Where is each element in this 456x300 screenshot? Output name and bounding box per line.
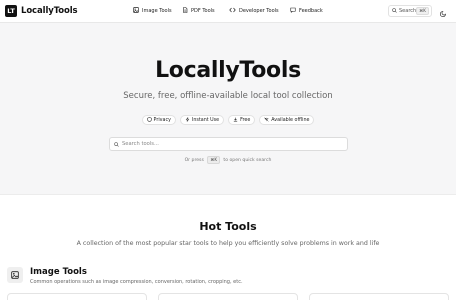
shortcut-badge: ⌘K (416, 7, 429, 15)
logo-link[interactable]: LT LocallyTools (5, 5, 78, 17)
nav-developer-tools[interactable]: Developer Tools (229, 7, 279, 15)
image-icon (7, 267, 23, 283)
badge-label: Instant Use (191, 117, 220, 123)
tool-search-box[interactable] (109, 137, 348, 151)
logo-mark: LT (5, 5, 17, 17)
top-nav-bar: LT LocallyTools Image Tools PDF Tools De… (0, 0, 456, 23)
image-icon (133, 7, 139, 15)
nav-label: PDF Tools (191, 8, 215, 14)
category-title: Image Tools (30, 267, 87, 277)
search-label: Search (399, 8, 417, 14)
nav-label: Developer Tools (239, 8, 279, 14)
quick-search-hint: Or press ⌘K to open quick search (0, 156, 456, 164)
theme-toggle-button[interactable] (438, 6, 448, 17)
search-icon (114, 141, 119, 147)
badge-privacy: Privacy (141, 115, 176, 125)
hint-suffix: to open quick search (223, 158, 272, 163)
tool-card[interactable] (309, 293, 449, 300)
download-icon (233, 117, 238, 124)
badge-free: Free (228, 115, 256, 125)
wifi-off-icon (264, 116, 269, 124)
code-icon (229, 7, 236, 15)
shield-icon (146, 116, 152, 124)
bolt-icon (185, 116, 190, 124)
tool-card[interactable] (7, 293, 147, 300)
tool-card[interactable] (158, 293, 298, 300)
hint-prefix: Or press (184, 158, 204, 163)
hint-shortcut-key: ⌘K (207, 156, 220, 164)
nav-label: Image Tools (142, 8, 172, 14)
hot-tools-title: Hot Tools (199, 220, 257, 233)
badge-available-offline: Available offline (259, 115, 315, 125)
app-name: LocallyTools (21, 6, 78, 16)
header-search-button[interactable]: Search ⌘K (388, 5, 432, 17)
hero-title: LocallyTools (155, 58, 301, 83)
hero-section: LocallyTools Secure, free, offline-avail… (0, 23, 456, 195)
category-image-tools: Image Tools Common operations such as im… (7, 267, 243, 285)
badge-label: Privacy (153, 117, 171, 123)
hot-tools-description: A collection of the most popular star to… (76, 240, 380, 247)
message-icon (290, 7, 296, 15)
nav-label: Feedback (299, 8, 323, 14)
feature-badges: Privacy Instant Use Free Available offli… (0, 115, 456, 125)
search-icon (392, 7, 397, 15)
badge-label: Available offline (271, 117, 310, 123)
hero-subtitle: Secure, free, offline-available local to… (123, 91, 333, 101)
nav-image-tools[interactable]: Image Tools (133, 7, 172, 15)
nav-feedback[interactable]: Feedback (290, 7, 323, 15)
nav-pdf-tools[interactable]: PDF Tools (182, 7, 215, 15)
tool-search-input[interactable] (122, 141, 322, 147)
document-icon (182, 7, 188, 15)
badge-instant-use: Instant Use (179, 115, 225, 125)
moon-icon (439, 2, 447, 21)
badge-label: Free (240, 117, 251, 123)
category-description: Common operations such as image compress… (30, 279, 243, 285)
